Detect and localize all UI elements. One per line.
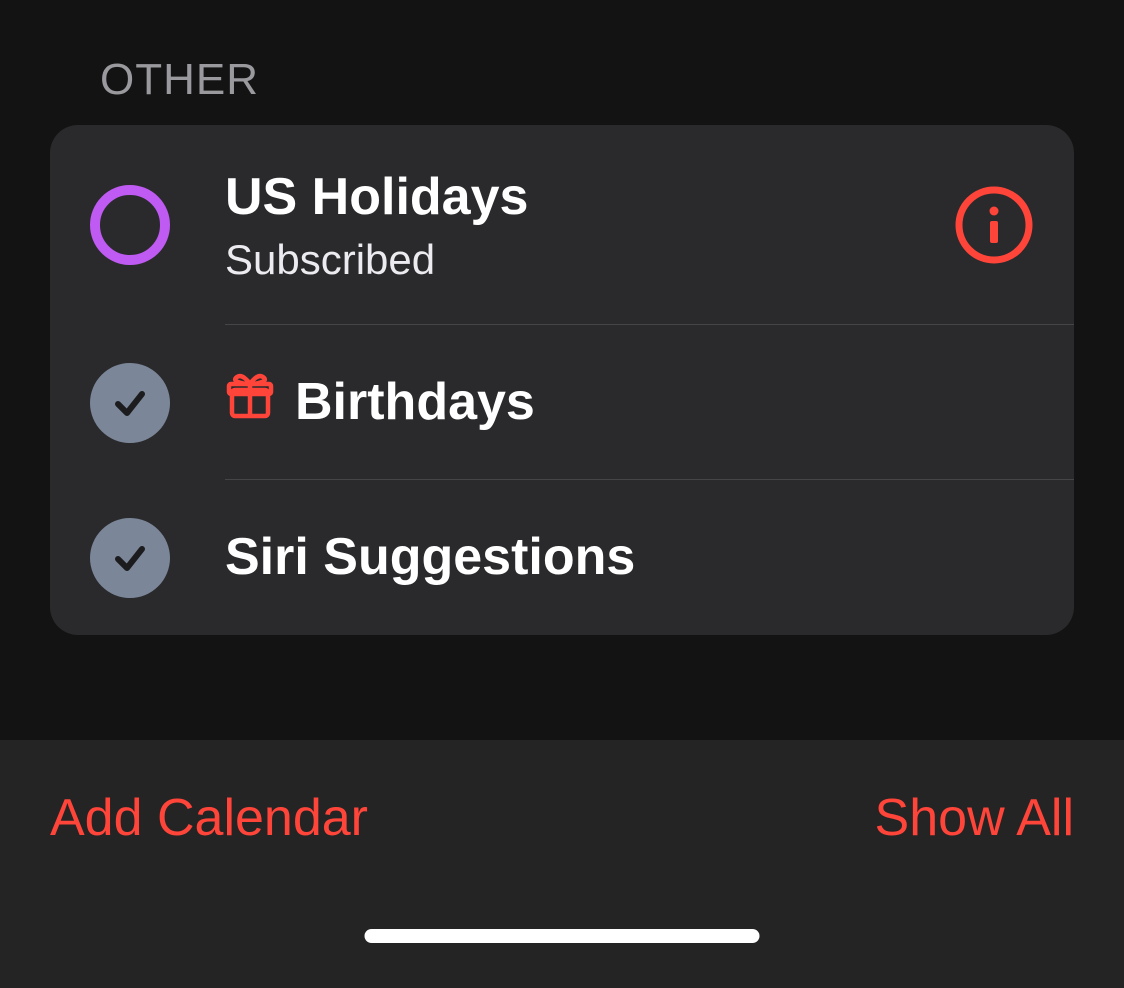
bottom-toolbar: Add Calendar Show All [0, 740, 1124, 988]
row-content: Siri Suggestions [225, 526, 1034, 588]
info-icon[interactable] [954, 185, 1034, 265]
calendar-title: Birthdays [295, 371, 535, 433]
row-content: US Holidays Subscribed [225, 166, 954, 284]
checkbox-checked[interactable] [90, 363, 170, 443]
calendar-subtitle: Subscribed [225, 236, 954, 284]
calendar-row-birthdays[interactable]: Birthdays [50, 325, 1074, 480]
add-calendar-button[interactable]: Add Calendar [50, 788, 368, 848]
calendar-row-siri-suggestions[interactable]: Siri Suggestions [50, 480, 1074, 635]
calendar-row-us-holidays[interactable]: US Holidays Subscribed [50, 125, 1074, 325]
home-indicator[interactable] [365, 929, 760, 943]
checkbox-checked[interactable] [90, 518, 170, 598]
checkmark-icon [110, 383, 150, 423]
checkbox-unchecked[interactable] [90, 185, 170, 265]
section-header-other: OTHER [0, 0, 1124, 125]
calendar-title: Siri Suggestions [225, 526, 1034, 588]
show-all-button[interactable]: Show All [875, 788, 1074, 848]
checkmark-icon [110, 538, 150, 578]
calendar-title: US Holidays [225, 166, 954, 228]
gift-icon [225, 370, 275, 434]
row-content: Birthdays [225, 370, 1034, 434]
calendar-list-card: US Holidays Subscribed [50, 125, 1074, 635]
